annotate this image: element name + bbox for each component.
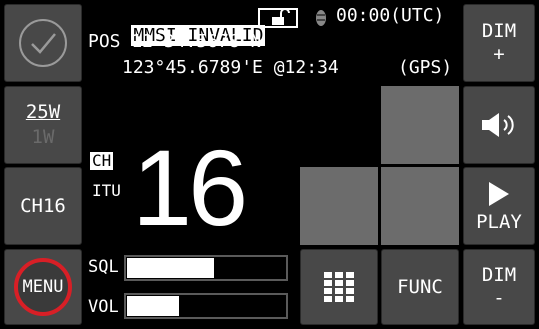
status-header: MMSI INVALID 00:00(UTC) POS 12°34.5678'N…	[86, 4, 460, 84]
panel-cell-2	[381, 86, 459, 164]
dim-up-label: DIM	[481, 20, 517, 42]
panel-cell-1	[300, 86, 378, 164]
dim-up-sign: +	[493, 43, 505, 65]
keypad-icon	[324, 272, 354, 302]
levels-panel: SQL VOL	[86, 249, 298, 325]
play-icon	[489, 181, 509, 206]
sql-slider[interactable]	[124, 255, 288, 281]
speaker-icon	[482, 113, 514, 137]
position-longitude: 123°45.6789'E @12:34	[122, 57, 339, 78]
channel-display: CH ITU 16	[86, 86, 298, 246]
func-button[interactable]: FUNC	[381, 249, 459, 325]
ch16-button[interactable]: CH16	[4, 167, 82, 245]
func-label: FUNC	[397, 275, 443, 298]
check-circle-icon	[19, 19, 67, 67]
play-label: PLAY	[476, 210, 522, 233]
confirm-button[interactable]	[4, 4, 82, 82]
speaker-button[interactable]	[463, 86, 535, 164]
position-latitude: POS 12°34.5678'N	[88, 31, 262, 52]
ch-label: CH	[90, 151, 114, 170]
vol-slider[interactable]	[124, 293, 288, 319]
channel-mode: ITU	[92, 181, 121, 200]
dim-down-label: DIM	[481, 264, 517, 286]
power-low-label: 1W	[31, 126, 55, 148]
menu-ring: MENU	[14, 258, 72, 316]
dim-up-button[interactable]: DIM +	[463, 4, 535, 82]
power-high-label: 25W	[25, 101, 61, 123]
vol-label: VOL	[88, 297, 119, 317]
gps-satellite-icon	[316, 10, 326, 26]
vol-level-fill	[127, 296, 179, 316]
channel-number: 16	[132, 127, 248, 248]
menu-button[interactable]: MENU	[4, 249, 82, 325]
unlock-icon	[258, 8, 298, 28]
dim-down-button[interactable]: DIM -	[463, 249, 535, 325]
dim-down-sign: -	[493, 287, 505, 309]
utc-time: 00:00(UTC)	[336, 5, 445, 26]
sql-label: SQL	[88, 257, 119, 277]
panel-cell-3	[300, 167, 378, 245]
sql-level-fill	[127, 258, 214, 278]
ch16-label: CH16	[20, 194, 66, 217]
play-button[interactable]: PLAY	[463, 167, 535, 245]
position-source: (GPS)	[398, 57, 453, 78]
keypad-button[interactable]	[300, 249, 378, 325]
menu-label: MENU	[22, 276, 64, 297]
panel-cell-4	[381, 167, 459, 245]
power-button[interactable]: 25W 1W	[4, 86, 82, 164]
